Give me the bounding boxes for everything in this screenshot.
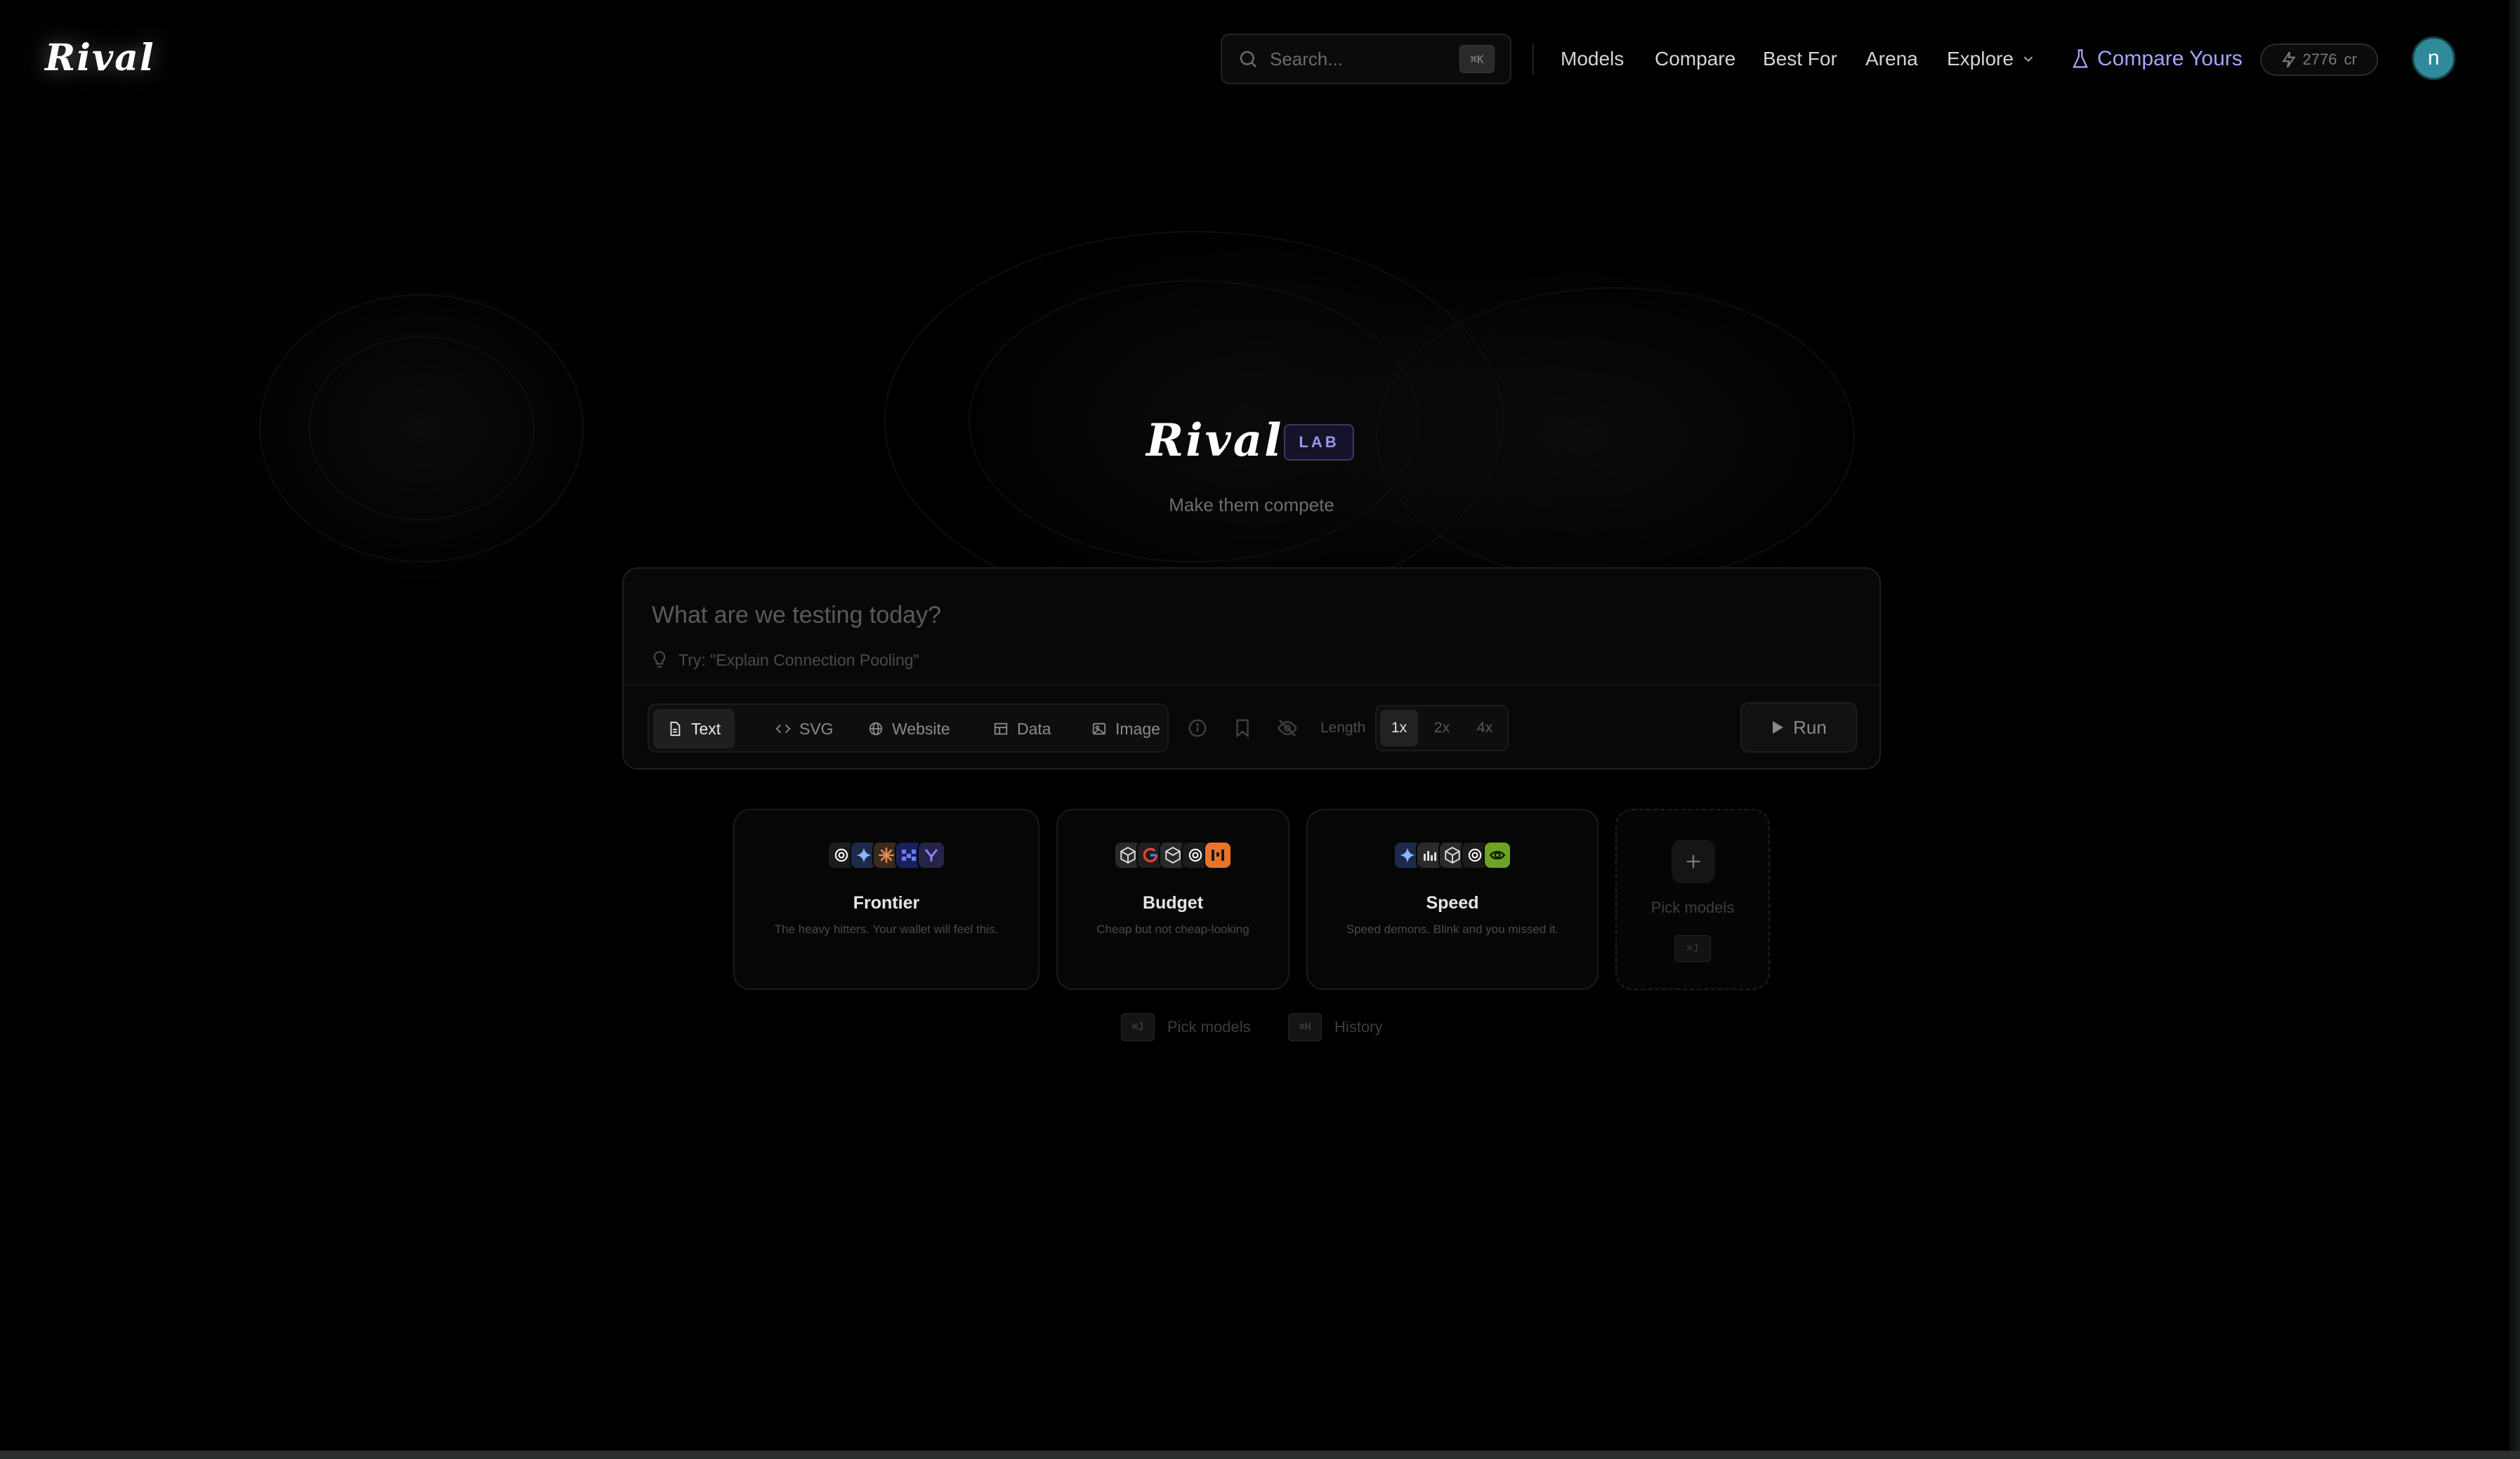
table-icon — [994, 722, 1008, 735]
length-label: Length — [1320, 720, 1366, 736]
search-shortcut: ⌘K — [1459, 45, 1495, 73]
card-description: The heavy hitters. Your wallet will feel… — [774, 923, 999, 936]
prompt-hint: Try: "Explain Connection Pooling" — [652, 649, 919, 671]
eye-off-icon[interactable] — [1277, 718, 1298, 739]
shortcut-key: ⌘J — [1121, 1013, 1155, 1041]
compare-yours-label: Compare Yours — [2097, 47, 2243, 70]
run-button[interactable]: Run — [1740, 702, 1857, 753]
model-icons — [1393, 841, 1511, 871]
run-label: Run — [1793, 716, 1827, 738]
output-mode-group: Text SVG Website Data Image — [648, 704, 1169, 753]
mode-image-label: Image — [1115, 719, 1160, 738]
nav-explore-label: Explore — [1947, 48, 2014, 70]
preset-card-budget[interactable]: Budget Cheap but not cheap-looking — [1056, 809, 1289, 990]
credits-badge[interactable]: 2776 cr — [2260, 44, 2378, 76]
mode-text[interactable]: Text — [653, 709, 735, 748]
hero-logo: Rival — [1146, 414, 1284, 467]
tagline: Make them compete — [1169, 494, 1334, 515]
flask-icon — [2073, 49, 2088, 68]
model-icons — [1114, 841, 1232, 871]
compare-yours-link[interactable]: Compare Yours — [2071, 44, 2243, 74]
pick-models-card[interactable]: Pick models ⌘J — [1615, 809, 1770, 990]
prompt-divider — [624, 684, 1879, 685]
lightbulb-icon — [653, 651, 666, 668]
card-description: Speed demons. Blink and you missed it. — [1346, 923, 1559, 936]
lab-badge: LAB — [1284, 424, 1354, 461]
shortcut-pick-models[interactable]: ⌘J Pick models — [1121, 1012, 1251, 1042]
card-title: Speed — [1426, 893, 1479, 913]
mode-svg[interactable]: SVG — [761, 709, 848, 748]
shortcut-label: History — [1334, 1018, 1383, 1036]
mode-text-label: Text — [691, 719, 721, 738]
card-description: Cheap but not cheap-looking — [1096, 923, 1249, 936]
mistral-m-icon — [1204, 841, 1232, 869]
shortcut-history[interactable]: ⌘H History — [1288, 1012, 1382, 1042]
prompt-input[interactable] — [652, 598, 1846, 632]
nav-models[interactable]: Models — [1561, 44, 1624, 74]
pick-models-shortcut: ⌘J — [1674, 935, 1711, 962]
preset-card-frontier[interactable]: Frontier The heavy hitters. Your wallet … — [733, 809, 1039, 990]
prompt-box: Try: "Explain Connection Pooling" Text S… — [622, 567, 1881, 770]
nvidia-icon — [1483, 841, 1511, 869]
code-icon — [775, 724, 791, 734]
mode-data-label: Data — [1017, 719, 1051, 738]
document-icon — [670, 721, 681, 737]
length-1x[interactable]: 1x — [1380, 710, 1418, 746]
search-icon — [1240, 51, 1257, 68]
plus-button[interactable] — [1672, 840, 1715, 883]
length-selector: 1x 2x 4x — [1375, 705, 1509, 751]
search-placeholder[interactable]: Search... — [1270, 48, 1459, 70]
nav-compare[interactable]: Compare — [1655, 44, 1735, 74]
window-edge-bottom — [0, 1451, 2520, 1459]
nav-divider — [1533, 44, 1534, 74]
logo[interactable]: Rival — [45, 37, 155, 79]
plus-icon — [1686, 854, 1700, 869]
length-4x[interactable]: 4x — [1466, 710, 1504, 746]
preset-card-speed[interactable]: Speed Speed demons. Blink and you missed… — [1306, 809, 1599, 990]
chevron-down-icon — [2023, 56, 2033, 62]
pick-models-label: Pick models — [1651, 899, 1735, 916]
shortcut-key: ⌘H — [1288, 1013, 1322, 1041]
info-icon[interactable] — [1187, 718, 1208, 739]
mode-data[interactable]: Data — [979, 709, 1065, 748]
lightning-icon — [2282, 51, 2297, 68]
image-icon — [1092, 722, 1106, 735]
card-title: Frontier — [853, 893, 920, 913]
prompt-hint-text: Try: "Explain Connection Pooling" — [678, 650, 919, 669]
window-edge-right — [2509, 0, 2520, 1459]
mode-svg-label: SVG — [799, 719, 834, 738]
length-2x[interactable]: 2x — [1423, 710, 1461, 746]
nav-best-for[interactable]: Best For — [1763, 44, 1837, 74]
shortcut-label: Pick models — [1167, 1018, 1251, 1036]
play-icon — [1773, 721, 1784, 734]
page: Rival Search... ⌘K Models Compare Best F… — [0, 0, 2520, 1459]
credits-value: 2776 — [2302, 51, 2337, 68]
mode-image[interactable]: Image — [1077, 709, 1174, 748]
mode-website[interactable]: Website — [854, 709, 964, 748]
mode-website-label: Website — [892, 719, 950, 738]
search-box[interactable]: Search... ⌘K — [1221, 34, 1511, 84]
model-icons — [827, 841, 945, 871]
model-y-icon — [917, 841, 945, 869]
nav-explore[interactable]: Explore — [1947, 44, 2036, 74]
card-title: Budget — [1142, 893, 1204, 913]
nav-arena[interactable]: Arena — [1865, 44, 1918, 74]
top-navbar: Rival Search... ⌘K Models Compare Best F… — [0, 0, 2507, 118]
globe-icon — [869, 722, 883, 736]
bookmark-icon[interactable] — [1232, 718, 1253, 739]
credits-unit: cr — [2344, 51, 2357, 68]
avatar[interactable]: n — [2412, 37, 2455, 80]
